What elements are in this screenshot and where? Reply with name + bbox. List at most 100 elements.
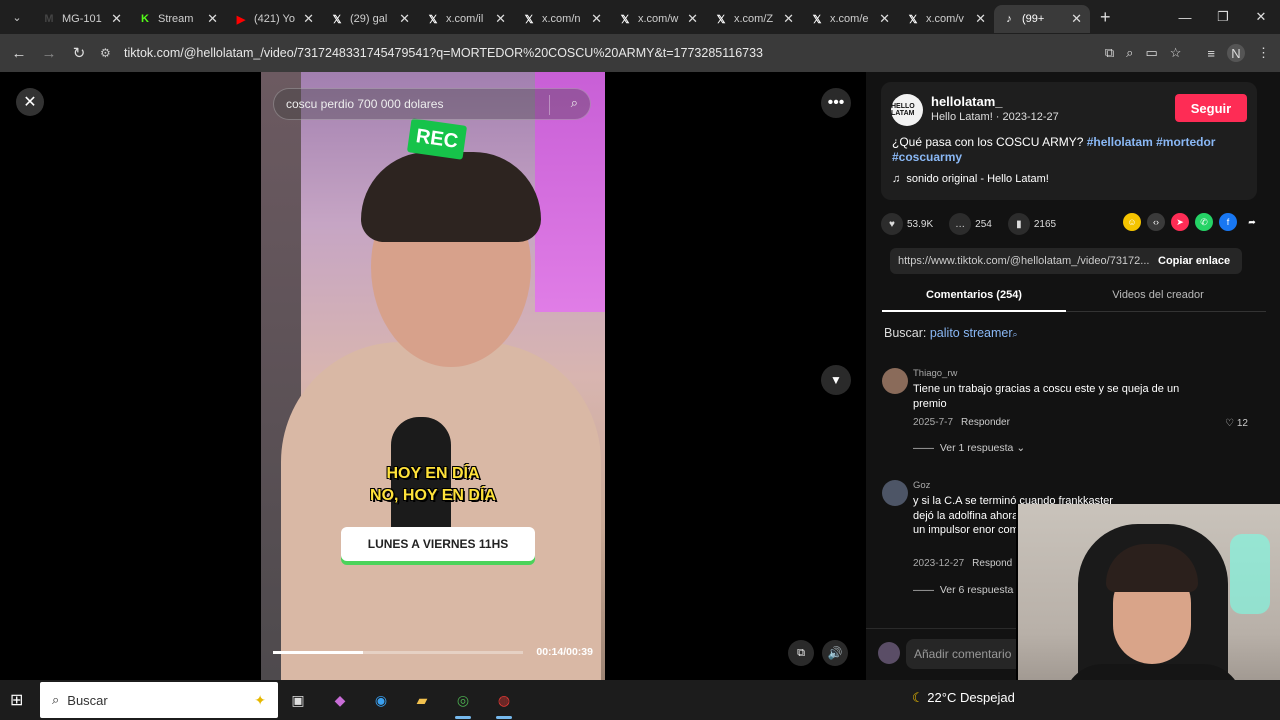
author-card: HELLO LATAM hellolatam_ Hello Latam! · 2… — [881, 82, 1257, 200]
comment-button[interactable]: … 254 — [949, 213, 992, 235]
tab-comments[interactable]: Comentarios (254) — [882, 289, 1066, 301]
video-link[interactable]: https://www.tiktok.com/@hellolatam_/vide… — [890, 255, 1152, 267]
coin-icon[interactable]: ☺ — [1123, 213, 1141, 231]
tab-close-icon[interactable]: ✕ — [111, 11, 122, 27]
address-toolbar: ← → ↻ ⚙ tiktok.com/@hellolatam_/video/73… — [0, 34, 1280, 72]
view-replies-label: Ver 6 respuesta — [939, 584, 1014, 596]
cast-icon[interactable]: ▭ — [1145, 45, 1157, 61]
new-tab-icon[interactable]: + — [1100, 7, 1111, 28]
browser-tab[interactable]: M MG-101 ✕ — [34, 5, 130, 33]
copy-link-button[interactable]: Copiar enlace — [1152, 255, 1230, 267]
hashtag-link[interactable]: #mortedor — [1156, 135, 1215, 149]
whatsapp-icon[interactable]: ✆ — [1195, 213, 1213, 231]
browser-tab[interactable]: ▶ (421) Yo ✕ — [226, 5, 322, 33]
forward-icon[interactable]: → — [34, 45, 64, 62]
comment-avatar[interactable] — [882, 480, 908, 506]
facebook-icon[interactable]: f — [1219, 213, 1237, 231]
comment-username[interactable]: Thiago_rw — [913, 368, 957, 379]
reload-icon[interactable]: ↻ — [64, 44, 94, 62]
view-replies-label: Ver 1 respuesta — [939, 442, 1014, 454]
copilot-icon[interactable]: ◆ — [328, 688, 352, 712]
tab-close-icon[interactable]: ✕ — [1071, 11, 1082, 27]
hashtag-link[interactable]: #hellolatam — [1087, 135, 1153, 149]
view-replies-button[interactable]: —— Ver 1 respuesta ⌄ — [913, 442, 1025, 454]
author-avatar[interactable]: HELLO LATAM — [891, 94, 923, 126]
window-controls: — ❐ ✕ — [1166, 0, 1280, 34]
tab-close-icon[interactable]: ✕ — [399, 11, 410, 27]
search-suggestion[interactable]: Buscar: palito streamer⌕ — [884, 326, 1018, 340]
minimize-icon[interactable]: — — [1166, 10, 1204, 25]
hashtag-link[interactable]: #coscuarmy — [892, 150, 962, 164]
comment-count: 254 — [975, 218, 992, 230]
browser-tab[interactable]: 𝕏x.com/v ✕ — [898, 5, 994, 33]
obs-icon[interactable]: ◍ — [492, 688, 516, 712]
browser-tab[interactable]: 𝕏x.com/il ✕ — [418, 5, 514, 33]
comment-avatar[interactable] — [882, 368, 908, 394]
close-video-icon[interactable]: ✕ — [16, 88, 44, 116]
browser-tab[interactable]: 𝕏 (29) gal ✕ — [322, 5, 418, 33]
restore-icon[interactable]: ❐ — [1204, 9, 1242, 25]
browser-tab[interactable]: ♪ (99+ ✕ — [994, 5, 1090, 33]
task-view-icon[interactable]: ▣ — [286, 688, 310, 712]
search-icon[interactable]: ⌕ — [571, 95, 578, 111]
share-arrow-icon[interactable]: ➦ — [1243, 213, 1261, 231]
tab-close-icon[interactable]: ✕ — [495, 11, 506, 27]
tab-close-icon[interactable]: ✕ — [687, 11, 698, 27]
tab-close-icon[interactable]: ✕ — [879, 11, 890, 27]
reply-button[interactable]: Responder — [961, 417, 1010, 428]
chrome-icon[interactable]: ◎ — [451, 688, 475, 712]
volume-icon[interactable]: 🔊 — [822, 640, 848, 666]
tab-creator-videos[interactable]: Videos del creador — [1066, 289, 1250, 301]
window-close-icon[interactable]: ✕ — [1242, 9, 1280, 25]
media-control-icon[interactable]: ≡ — [1207, 46, 1215, 61]
taskbar-search[interactable]: ⌕ Buscar ✦ — [40, 682, 278, 718]
browser-tab[interactable]: 𝕏x.com/Z ✕ — [706, 5, 802, 33]
search-suggestion-keyword[interactable]: palito streamer — [930, 326, 1013, 340]
file-explorer-icon[interactable]: ▰ — [410, 688, 434, 712]
comment-username[interactable]: Goz — [913, 480, 930, 491]
translate-icon[interactable]: ⧉ — [1105, 45, 1114, 61]
tab-close-icon[interactable]: ✕ — [591, 11, 602, 27]
browser-tab-label: x.com/Z — [734, 13, 774, 25]
author-name[interactable]: hellolatam_ — [931, 94, 1003, 109]
reply-button[interactable]: Respond — [972, 558, 1012, 569]
tab-close-icon[interactable]: ✕ — [207, 11, 218, 27]
comment-icon: … — [949, 213, 972, 235]
browser-tab-label: x.com/w — [638, 13, 679, 25]
back-icon[interactable]: ← — [4, 45, 34, 62]
save-button[interactable]: ▮ 2165 — [1007, 213, 1056, 235]
browser-menu-icon[interactable]: ⋮ — [1257, 45, 1270, 61]
tab-search-chevron-icon[interactable]: ⌄ — [0, 0, 34, 34]
x-icon: 𝕏 — [620, 13, 630, 26]
music-info[interactable]: ♫ sonido original - Hello Latam! — [892, 173, 1049, 185]
url-text: tiktok.com/@hellolatam_/video/7317248331… — [124, 46, 764, 60]
tab-close-icon[interactable]: ✕ — [303, 11, 314, 27]
comment-item: Thiago_rw Tiene un trabajo gracias a cos… — [882, 368, 1262, 468]
weather-widget[interactable]: ☾ 22°C Despejad — [912, 690, 1015, 706]
browser-tab[interactable]: 𝕏x.com/w ✕ — [610, 5, 706, 33]
embed-icon[interactable]: ‹› — [1147, 213, 1165, 231]
bookmark-star-icon[interactable]: ☆ — [1170, 45, 1182, 61]
send-icon[interactable]: ➤ — [1171, 213, 1189, 231]
edge-icon[interactable]: ◉ — [369, 688, 393, 712]
like-button[interactable]: ♥ 53.9K — [881, 213, 933, 235]
more-options-icon[interactable]: ••• — [821, 88, 851, 118]
url-bar[interactable]: ⚙ tiktok.com/@hellolatam_/video/73172483… — [100, 39, 1270, 67]
profile-avatar[interactable]: N — [1227, 44, 1245, 62]
site-settings-icon[interactable]: ⚙ — [100, 46, 124, 60]
next-video-chevron-icon[interactable]: ▼ — [821, 365, 851, 395]
video-player[interactable]: REC coscu perdio 700 000 dolares ⌕ HOY E… — [261, 72, 605, 680]
browser-tab[interactable]: K Stream ✕ — [130, 5, 226, 33]
browser-tab[interactable]: 𝕏x.com/n ✕ — [514, 5, 610, 33]
comment-like[interactable]: ♡ 12 — [1225, 418, 1248, 429]
windows-start-icon[interactable]: ⊞ — [10, 690, 30, 710]
video-progress-bar[interactable] — [273, 651, 523, 654]
tab-close-icon[interactable]: ✕ — [975, 11, 986, 27]
browser-tab[interactable]: 𝕏x.com/e ✕ — [802, 5, 898, 33]
follow-button[interactable]: Seguir — [1175, 94, 1247, 122]
video-search-input[interactable]: coscu perdio 700 000 dolares ⌕ — [273, 88, 591, 120]
view-replies-button[interactable]: —— Ver 6 respuesta — [913, 584, 1013, 596]
zoom-icon[interactable]: ⌕ — [1126, 45, 1133, 61]
picture-in-picture-icon[interactable]: ⧉ — [788, 640, 814, 666]
tab-close-icon[interactable]: ✕ — [783, 11, 794, 27]
